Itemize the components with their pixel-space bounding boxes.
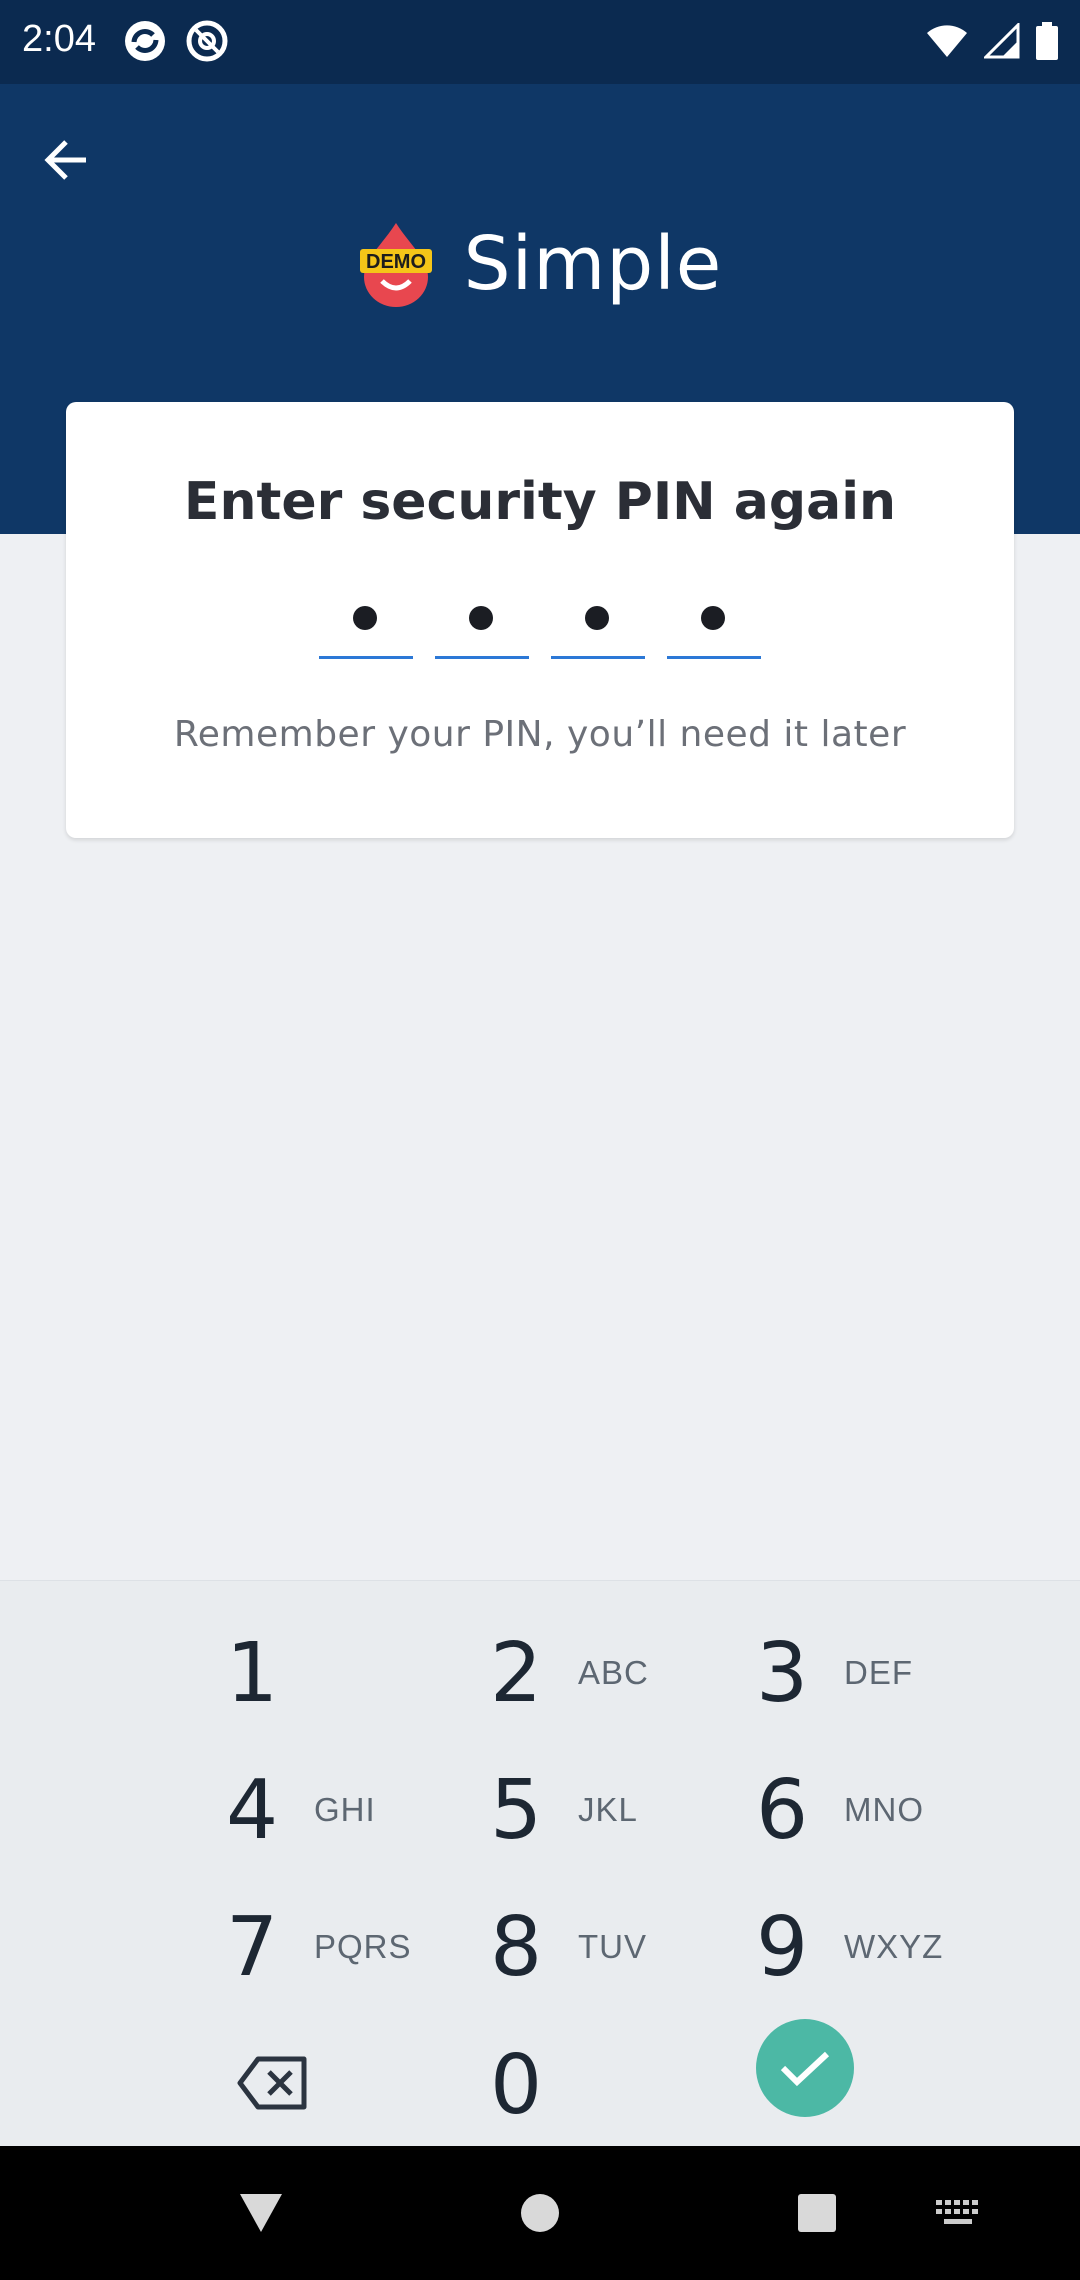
key-letters: WXYZ bbox=[844, 1928, 944, 1965]
key-6[interactable]: 6 MNO bbox=[756, 1746, 1056, 1874]
pin-slot bbox=[435, 592, 529, 659]
key-5[interactable]: 5 JKL bbox=[490, 1746, 790, 1874]
card-title: Enter security PIN again bbox=[183, 472, 897, 532]
backspace-button[interactable] bbox=[232, 2051, 312, 2115]
logo-badge-text: DEMO bbox=[366, 251, 426, 273]
nav-recents-button[interactable] bbox=[796, 2186, 838, 2240]
key-8[interactable]: 8 TUV bbox=[490, 1883, 790, 2011]
key-number: 3 bbox=[756, 1625, 809, 1721]
key-letters: TUV bbox=[578, 1928, 647, 1965]
nav-home-button[interactable] bbox=[518, 2186, 562, 2240]
arrow-left-icon bbox=[44, 140, 86, 180]
nav-keyboard-button[interactable] bbox=[930, 2186, 986, 2240]
logo-icon: DEMO bbox=[359, 223, 432, 307]
key-letters: GHI bbox=[314, 1791, 376, 1828]
battery-icon bbox=[1036, 22, 1058, 60]
key-2[interactable]: 2 ABC bbox=[490, 1609, 790, 1737]
pin-dot bbox=[469, 606, 493, 630]
backspace-icon bbox=[237, 2056, 307, 2110]
pin-slot bbox=[319, 592, 413, 659]
key-number: 1 bbox=[226, 1625, 279, 1721]
data-saver-icon bbox=[186, 20, 228, 62]
check-icon bbox=[780, 2051, 830, 2087]
pin-dot bbox=[353, 606, 377, 630]
confirm-button[interactable] bbox=[756, 2019, 854, 2117]
key-letters: ABC bbox=[578, 1654, 649, 1691]
key-letters: JKL bbox=[578, 1791, 638, 1828]
sync-icon bbox=[125, 21, 165, 61]
key-3[interactable]: 3 DEF bbox=[756, 1609, 1056, 1737]
key-4[interactable]: 4 GHI bbox=[226, 1746, 526, 1874]
app-brand: DEMO Simple bbox=[0, 194, 1080, 334]
signal-icon bbox=[984, 23, 1020, 59]
back-triangle-icon bbox=[240, 2194, 282, 2232]
pin-dot bbox=[701, 606, 725, 630]
system-nav-bar bbox=[0, 2146, 1080, 2280]
home-circle-icon bbox=[521, 2194, 559, 2232]
keyboard-icon bbox=[936, 2200, 978, 2224]
nav-back-button[interactable] bbox=[236, 2186, 286, 2240]
card-hint: Remember your PIN, you’ll need it later bbox=[173, 714, 907, 755]
key-number: 4 bbox=[226, 1762, 279, 1858]
key-number: 7 bbox=[226, 1899, 279, 1995]
key-7[interactable]: 7 PQRS bbox=[226, 1883, 526, 2011]
pin-slot bbox=[551, 592, 645, 659]
status-bar: 2:04 bbox=[0, 0, 1080, 84]
number-keypad: 1 2 ABC 3 DEF 4 GHI 5 JKL 6 MNO 7 PQRS 8… bbox=[0, 1580, 1080, 2147]
key-letters: MNO bbox=[844, 1791, 924, 1828]
back-button[interactable] bbox=[30, 124, 102, 196]
key-letters: DEF bbox=[844, 1654, 913, 1691]
key-number: 8 bbox=[490, 1899, 543, 1995]
recents-square-icon bbox=[798, 2194, 836, 2232]
key-0[interactable]: 0 bbox=[490, 2021, 790, 2149]
key-number: 6 bbox=[756, 1762, 809, 1858]
pin-slot bbox=[667, 592, 761, 659]
pin-card: Enter security PIN again Remember your P… bbox=[66, 402, 1014, 838]
key-1[interactable]: 1 bbox=[226, 1609, 526, 1737]
key-number: 2 bbox=[490, 1625, 543, 1721]
wifi-icon bbox=[927, 25, 967, 57]
pin-dot bbox=[585, 606, 609, 630]
key-number: 9 bbox=[756, 1899, 809, 1995]
key-9[interactable]: 9 WXYZ bbox=[756, 1883, 1056, 2011]
status-time: 2:04 bbox=[22, 18, 96, 60]
key-number: 5 bbox=[490, 1762, 543, 1858]
key-letters: PQRS bbox=[314, 1928, 412, 1965]
app-name: Simple bbox=[463, 221, 723, 307]
pin-input[interactable] bbox=[319, 592, 761, 659]
key-number: 0 bbox=[490, 2037, 543, 2133]
